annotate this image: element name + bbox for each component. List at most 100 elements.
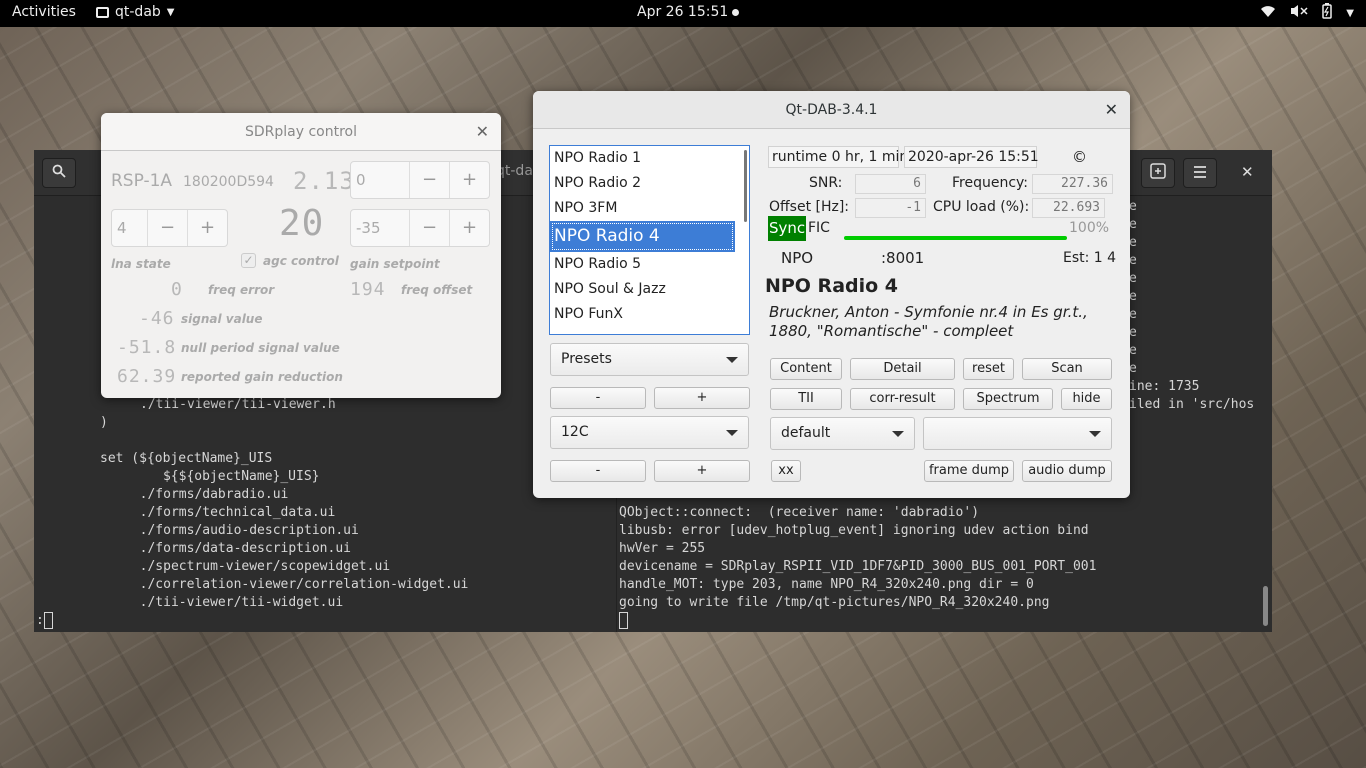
- frame-dump-button[interactable]: frame dump: [924, 460, 1014, 482]
- gain-setpoint-value: -35: [356, 219, 381, 237]
- terminal-line: ): [100, 415, 108, 430]
- gain-setpoint-increment[interactable]: +: [449, 210, 489, 246]
- terminal-line: libusb: error [udev_hotplug_event] ignor…: [619, 523, 1089, 538]
- terminal-line: QObject::connect: (receiver name: 'dabra…: [619, 505, 980, 520]
- terminal-line: ine: 1735: [1129, 379, 1200, 394]
- search-button[interactable]: [42, 158, 76, 188]
- clock[interactable]: Apr 26 15:51: [637, 4, 740, 20]
- terminal-line: set (${objectName}_UIS: [100, 451, 273, 466]
- station-item[interactable]: NPO Radio 5: [550, 252, 749, 277]
- station-item-selected[interactable]: NPO Radio 4: [550, 221, 735, 252]
- frequency-label: Frequency:: [952, 175, 1029, 191]
- lna-state-label: lna state: [111, 257, 171, 271]
- sdrplay-body: RSP-1A 180200D594 2.13 0 − + 4 − + 20 -3…: [101, 151, 501, 398]
- channel-label: 12C: [561, 424, 589, 440]
- qt-dab-close-button[interactable]: ✕: [1105, 91, 1118, 129]
- clock-text: Apr 26 15:51: [637, 4, 729, 20]
- lna-state-spinbox[interactable]: 4 − +: [111, 209, 228, 247]
- terminal-line: ./tii-viewer/tii-viewer.h: [140, 397, 336, 412]
- xx-button[interactable]: xx: [771, 460, 801, 482]
- channel-combobox[interactable]: 12C: [550, 416, 749, 449]
- terminal-line: ./forms/data-description.ui: [124, 541, 351, 556]
- scan-button[interactable]: Scan: [1022, 358, 1112, 380]
- menu-button[interactable]: [1183, 158, 1217, 188]
- system-tray[interactable]: ▼: [1260, 3, 1354, 23]
- dropdown-arrow-icon: [1089, 431, 1101, 437]
- terminal-line: going to write file /tmp/qt-pictures/NPO…: [619, 595, 1050, 610]
- top-spinbox[interactable]: 0 − +: [350, 161, 490, 199]
- copyright-button[interactable]: ©: [1072, 148, 1087, 166]
- terminal-line: handle_MOT: type 203, name NPO_R4_320x24…: [619, 577, 1034, 592]
- agc-checkbox[interactable]: ✓: [241, 253, 256, 268]
- terminal-cursor: [43, 612, 53, 629]
- gain-setpoint-spinbox[interactable]: -35 − +: [350, 209, 490, 247]
- terminal-line: e: [1129, 307, 1137, 322]
- app-menu[interactable]: qt-dab ▼: [96, 4, 174, 20]
- snr-label: SNR:: [809, 175, 843, 191]
- terminal-line: e: [1129, 235, 1137, 250]
- terminal-line: ./forms/dabradio.ui: [124, 487, 289, 502]
- gain-reduction-label: reported gain reduction: [181, 370, 343, 384]
- hide-button[interactable]: hide: [1061, 388, 1112, 410]
- reset-button[interactable]: reset: [963, 358, 1014, 380]
- terminal-line: e: [1129, 289, 1137, 304]
- dropdown-arrow-icon: [726, 430, 738, 436]
- sdrplay-close-button[interactable]: ✕: [476, 113, 489, 151]
- content-button[interactable]: Content: [770, 358, 842, 380]
- station-list-scrollbar[interactable]: [744, 150, 747, 222]
- app-menu-label: qt-dab: [115, 4, 161, 20]
- station-item[interactable]: NPO FunX: [550, 302, 749, 327]
- station-item[interactable]: NPO Radio 1: [550, 146, 749, 171]
- terminal-line: e: [1129, 325, 1137, 340]
- sync-indicator: Sync: [768, 216, 807, 241]
- tii-button[interactable]: TII: [770, 388, 842, 410]
- dropdown-arrow-icon: [726, 357, 738, 363]
- offset-display: -1: [855, 198, 926, 218]
- activities-button[interactable]: Activities: [12, 4, 76, 20]
- null-period-display: -51.8: [117, 337, 177, 358]
- dynamic-label: Bruckner, Anton - Symfonie nr.4 in Es gr…: [769, 303, 1088, 340]
- prompt-text: :: [36, 613, 44, 628]
- spinbox-value: 0: [356, 171, 366, 189]
- fic-label: FIC: [808, 220, 830, 236]
- station-item[interactable]: NPO Radio 2: [550, 171, 749, 196]
- qt-dab-window: Qt-DAB-3.4.1 ✕ NPO Radio 1 NPO Radio 2 N…: [533, 91, 1130, 498]
- new-tab-button[interactable]: [1141, 158, 1175, 188]
- gain-setpoint-label: gain setpoint: [350, 257, 440, 271]
- est-label: Est: 1 4: [1063, 250, 1117, 266]
- terminal-line: iled in 'src/hos: [1129, 397, 1255, 412]
- wifi-icon: [1260, 4, 1276, 22]
- service-id: :8001: [881, 249, 925, 267]
- detail-button[interactable]: Detail: [850, 358, 955, 380]
- presets-combobox[interactable]: Presets: [550, 343, 749, 376]
- channel-minus-button[interactable]: -: [550, 460, 646, 482]
- channel-plus-button[interactable]: +: [654, 460, 750, 482]
- terminal-line: e: [1129, 361, 1137, 376]
- station-item[interactable]: NPO 3FM: [550, 196, 749, 221]
- terminal-line: ./tii-viewer/tii-widget.ui: [124, 595, 344, 610]
- corr-result-button[interactable]: corr-result: [850, 388, 955, 410]
- lna-decrement[interactable]: −: [147, 210, 187, 246]
- qt-dab-titlebar[interactable]: Qt-DAB-3.4.1 ✕: [533, 91, 1130, 129]
- qt-dab-body: NPO Radio 1 NPO Radio 2 NPO 3FM NPO Radi…: [533, 129, 1130, 498]
- terminal-prompt: :: [36, 612, 53, 630]
- sdrplay-titlebar[interactable]: SDRplay control ✕: [101, 113, 501, 151]
- spinbox-increment[interactable]: +: [449, 162, 489, 198]
- preset-plus-button[interactable]: +: [654, 387, 750, 409]
- spinbox-decrement[interactable]: −: [409, 162, 449, 198]
- lna-increment[interactable]: +: [187, 210, 227, 246]
- gain-reduction-display: 62.39: [117, 366, 177, 387]
- secondary-combobox[interactable]: [923, 417, 1112, 450]
- terminal-close-button[interactable]: ✕: [1241, 163, 1254, 181]
- freq-error-display: 0: [171, 279, 183, 300]
- preset-minus-button[interactable]: -: [550, 387, 646, 409]
- default-combobox[interactable]: default: [770, 417, 915, 450]
- terminal-line: ./correlation-viewer/correlation-widget.…: [124, 577, 469, 592]
- gain-setpoint-decrement[interactable]: −: [409, 210, 449, 246]
- audio-dump-button[interactable]: audio dump: [1022, 460, 1112, 482]
- station-list[interactable]: NPO Radio 1 NPO Radio 2 NPO 3FM NPO Radi…: [549, 145, 750, 335]
- terminal-line: ./spectrum-viewer/scopewidget.ui: [124, 559, 391, 574]
- search-icon: [52, 164, 66, 182]
- terminal-scrollbar[interactable]: [1263, 586, 1268, 626]
- spectrum-button[interactable]: Spectrum: [963, 388, 1053, 410]
